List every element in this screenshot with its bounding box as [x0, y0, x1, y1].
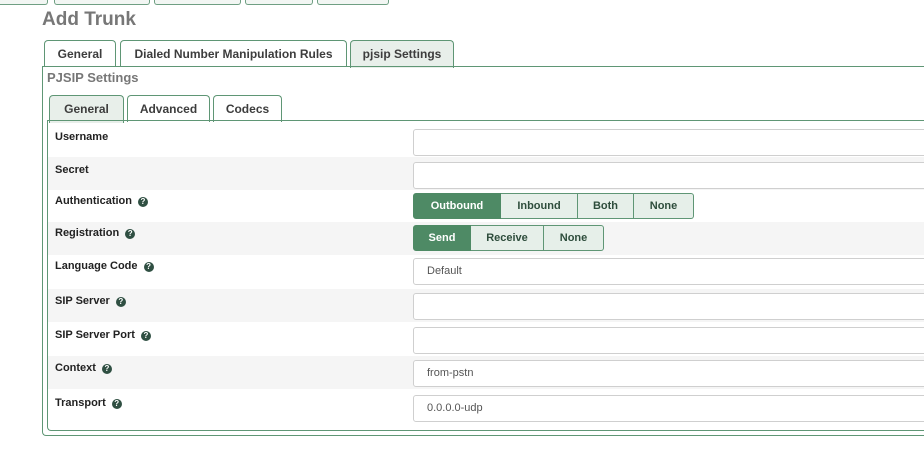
top-nav-tab[interactable] [54, 0, 150, 5]
secret-input[interactable] [413, 162, 924, 189]
authentication-inbound-button[interactable]: Inbound [501, 193, 578, 219]
context-input[interactable]: from-pstn [413, 360, 924, 387]
username-label: Username [55, 131, 109, 143]
top-nav-tab[interactable] [154, 0, 241, 5]
help-icon[interactable]: ? [138, 197, 148, 207]
username-input[interactable] [413, 129, 924, 156]
subtab-advanced[interactable]: Advanced [127, 95, 210, 122]
page-title: Add Trunk [42, 9, 136, 30]
top-nav-tab[interactable] [245, 0, 313, 5]
authentication-none-button[interactable]: None [634, 193, 694, 219]
transport-label: Transport? [55, 397, 122, 409]
help-icon[interactable]: ? [111, 399, 122, 409]
authentication-toggle-group: Outbound Inbound Both None [413, 193, 694, 219]
help-icon[interactable]: ? [101, 364, 112, 374]
language-code-label: Language Code? [55, 260, 154, 272]
help-icon[interactable]: ? [125, 229, 136, 239]
tab-dialed-number-manipulation-rules[interactable]: Dialed Number Manipulation Rules [120, 40, 347, 67]
sip-server-port-label: SIP Server Port? [55, 329, 151, 341]
registration-receive-button[interactable]: Receive [471, 225, 544, 251]
registration-toggle-group: Send Receive None [413, 225, 604, 251]
top-nav-tab[interactable] [0, 0, 48, 5]
registration-label: Registration? [55, 227, 136, 239]
secret-label: Secret [55, 164, 89, 176]
transport-select[interactable]: 0.0.0.0-udp [413, 395, 924, 422]
help-icon[interactable]: ? [115, 297, 126, 307]
tab-general[interactable]: General [44, 40, 116, 67]
subtab-codecs[interactable]: Codecs [213, 95, 282, 122]
section-title: PJSIP Settings [47, 70, 139, 85]
authentication-outbound-button[interactable]: Outbound [413, 193, 501, 219]
help-icon[interactable]: ? [143, 262, 154, 272]
help-icon[interactable]: ? [140, 331, 151, 341]
sip-server-label: SIP Server? [55, 295, 126, 307]
registration-none-button[interactable]: None [544, 225, 604, 251]
registration-send-button[interactable]: Send [413, 225, 471, 251]
sip-server-port-input[interactable] [413, 327, 924, 354]
sip-server-input[interactable] [413, 293, 924, 320]
tab-pjsip-settings[interactable]: pjsip Settings [350, 40, 454, 68]
subtab-general[interactable]: General [49, 95, 124, 123]
authentication-label: Authentication? [55, 195, 148, 207]
authentication-both-button[interactable]: Both [578, 193, 634, 219]
top-nav-tab[interactable] [317, 0, 389, 5]
language-code-select[interactable]: Default [413, 258, 924, 285]
context-label: Context? [55, 362, 112, 374]
